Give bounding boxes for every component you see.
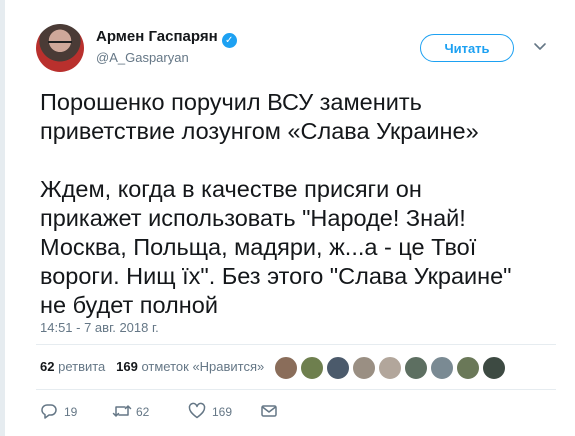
- reply-count: 19: [64, 405, 78, 419]
- liker-avatar[interactable]: [274, 356, 298, 380]
- chevron-down-icon[interactable]: [532, 38, 548, 54]
- like-icon: [188, 402, 206, 419]
- likes-count: 169: [116, 359, 138, 374]
- liker-avatar[interactable]: [300, 356, 324, 380]
- liker-avatar[interactable]: [482, 356, 506, 380]
- retweet-count: 62: [136, 405, 150, 419]
- likes-stat[interactable]: 169 отметок «Нравится»: [116, 359, 264, 374]
- divider: [36, 344, 556, 345]
- liker-avatar[interactable]: [404, 356, 428, 380]
- liker-avatar[interactable]: [378, 356, 402, 380]
- tweet-timestamp[interactable]: 14:51 - 7 авг. 2018 г.: [40, 320, 159, 335]
- user-handle[interactable]: @A_Gasparyan: [96, 50, 189, 65]
- likes-label: отметок «Нравится»: [141, 359, 265, 374]
- liker-avatar[interactable]: [326, 356, 350, 380]
- divider: [36, 389, 556, 390]
- follow-button[interactable]: Читать: [420, 34, 514, 62]
- retweets-count: 62: [40, 359, 55, 374]
- liker-avatar[interactable]: [352, 356, 376, 380]
- liker-avatar[interactable]: [430, 356, 454, 380]
- display-name-text: Армен Гаспарян: [96, 28, 218, 45]
- avatar[interactable]: [36, 24, 84, 72]
- tweet-header: Армен Гаспарян ✓ @A_Gasparyan Читать: [36, 24, 556, 80]
- retweets-stat[interactable]: 62 ретвита: [40, 359, 105, 374]
- verified-badge-icon: ✓: [221, 33, 237, 48]
- tweet-text: Порошенко поручил ВСУ заменить приветств…: [40, 89, 512, 318]
- like-count: 169: [212, 405, 233, 419]
- tweet-actions: 19 62 169: [40, 400, 280, 422]
- avatar-glasses: [48, 41, 72, 49]
- liker-avatars: [274, 356, 514, 380]
- direct-message-icon: [261, 405, 277, 417]
- user-display-name[interactable]: Армен Гаспарян ✓: [96, 28, 237, 48]
- left-edge-strip: [0, 0, 5, 436]
- tweet-stats: 62 ретвита 169 отметок «Нравится»: [40, 359, 264, 374]
- liker-avatar[interactable]: [456, 356, 480, 380]
- retweets-label: ретвита: [58, 359, 106, 374]
- retweet-icon: [112, 405, 132, 417]
- reply-icon: [41, 404, 57, 419]
